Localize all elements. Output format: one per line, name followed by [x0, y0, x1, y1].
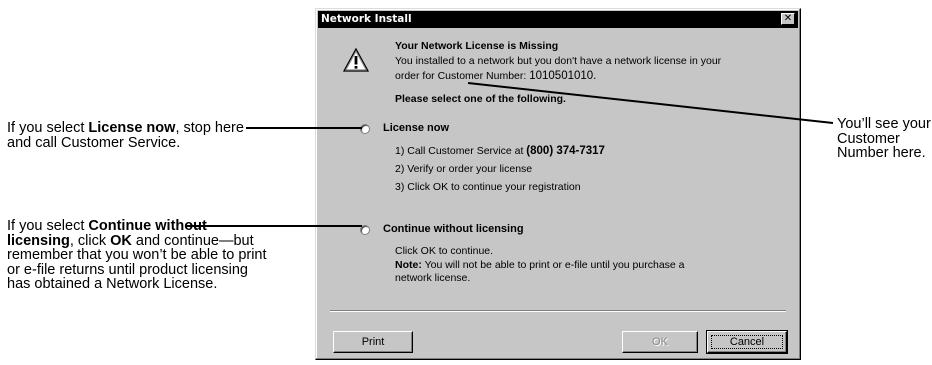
- callout-continue-without-licensing: If you select Continue without licensing…: [7, 218, 267, 292]
- instruction-text: Please select one of the following.: [395, 93, 566, 105]
- dialog-titlebar: Network Install ✕: [318, 11, 798, 28]
- license-now-radio[interactable]: [360, 124, 370, 134]
- license-now-label[interactable]: License now: [383, 122, 449, 135]
- print-button[interactable]: Print: [333, 331, 413, 353]
- message-line-1: You installed to a network but you don't…: [395, 55, 722, 67]
- click-ok-text: Click OK to continue.: [395, 245, 494, 257]
- callout-customer-number: You’ll see your Customer Number here.: [837, 116, 931, 161]
- license-now-step-1: 1) Call Customer Service at (800) 374-73…: [395, 145, 605, 157]
- missing-license-heading: Your Network License is Missing: [395, 40, 559, 52]
- note-line-2: network license.: [395, 272, 471, 284]
- close-icon: ✕: [783, 13, 793, 24]
- dialog-title: Network Install: [321, 13, 412, 25]
- network-install-dialog: Network Install ✕ Your Network License i…: [315, 8, 801, 360]
- phone-number: (800) 374-7317: [526, 145, 605, 157]
- button-separator: [330, 310, 786, 312]
- license-now-step-3: 3) Click OK to continue your registratio…: [395, 181, 581, 193]
- close-button[interactable]: ✕: [781, 13, 795, 25]
- customer-number-value: 1010501010.: [529, 70, 597, 82]
- note-line-1: Note: You will not be able to print or e…: [395, 259, 685, 271]
- message-line-2: order for Customer Number: 1010501010.: [395, 70, 597, 82]
- continue-without-licensing-label[interactable]: Continue without licensing: [383, 223, 524, 236]
- warning-icon: [343, 47, 369, 72]
- license-now-step-2: 2) Verify or order your license: [395, 163, 533, 175]
- continue-without-licensing-radio[interactable]: [360, 225, 370, 235]
- cancel-button[interactable]: Cancel: [706, 330, 788, 354]
- cancel-button-label: Cancel: [711, 335, 783, 349]
- ok-button[interactable]: OK: [622, 331, 698, 353]
- callout-license-now: If you select License now, stop here and…: [7, 120, 244, 151]
